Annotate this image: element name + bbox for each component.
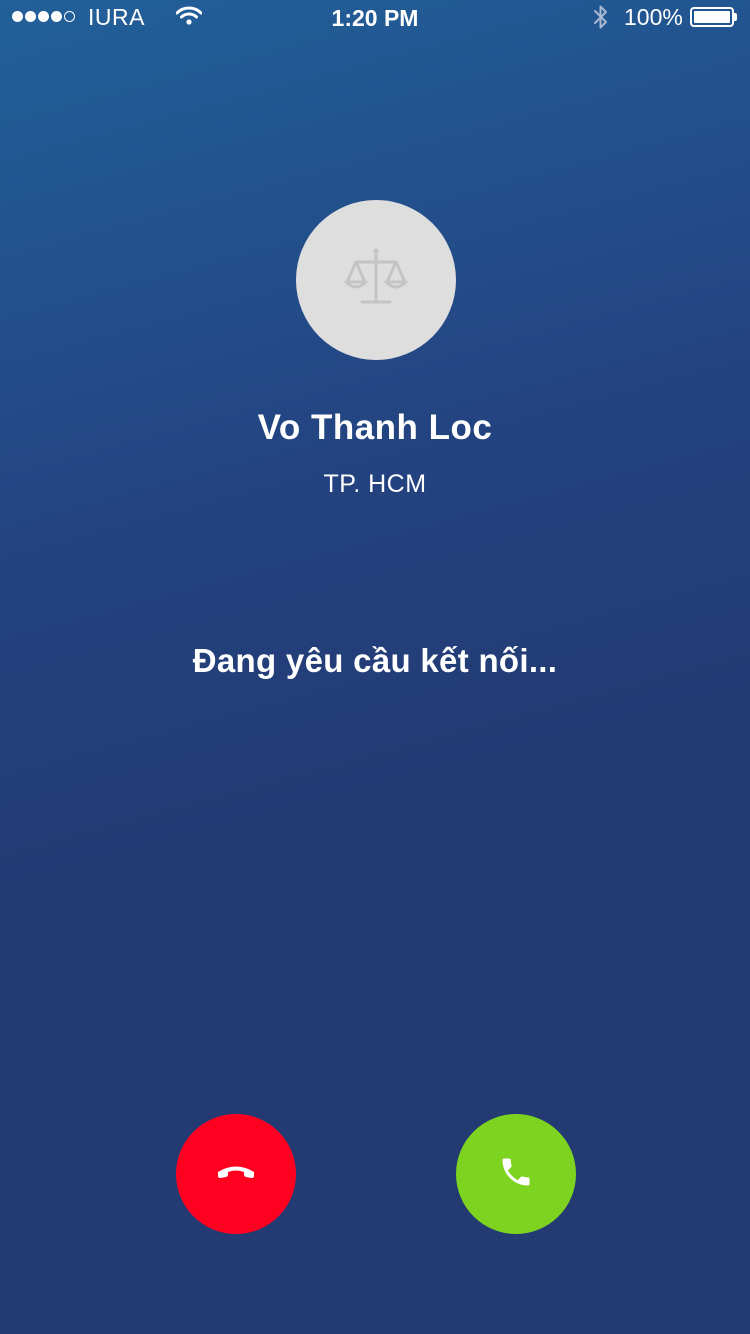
- caller-avatar: [296, 200, 456, 360]
- caller-name: Vo Thanh Loc: [257, 408, 493, 447]
- status-bar: IURA 1:20 PM 100%: [0, 0, 750, 36]
- battery-icon: [690, 7, 738, 27]
- decline-call-button[interactable]: [176, 1114, 296, 1234]
- caller-location: TP. HCM: [323, 470, 427, 498]
- phone-icon: [498, 1154, 534, 1195]
- battery-percentage: 100%: [624, 4, 683, 30]
- accept-call-button[interactable]: [456, 1114, 576, 1234]
- hang-up-icon: [214, 1160, 258, 1189]
- bluetooth-icon: [592, 3, 610, 37]
- scales-of-justice-icon: [336, 238, 416, 323]
- incoming-call-screen: IURA 1:20 PM 100% Vo Thanh Loc TP. HCM Đ…: [0, 0, 750, 1334]
- call-status-text: Đang yêu cầu kết nối...: [192, 642, 558, 679]
